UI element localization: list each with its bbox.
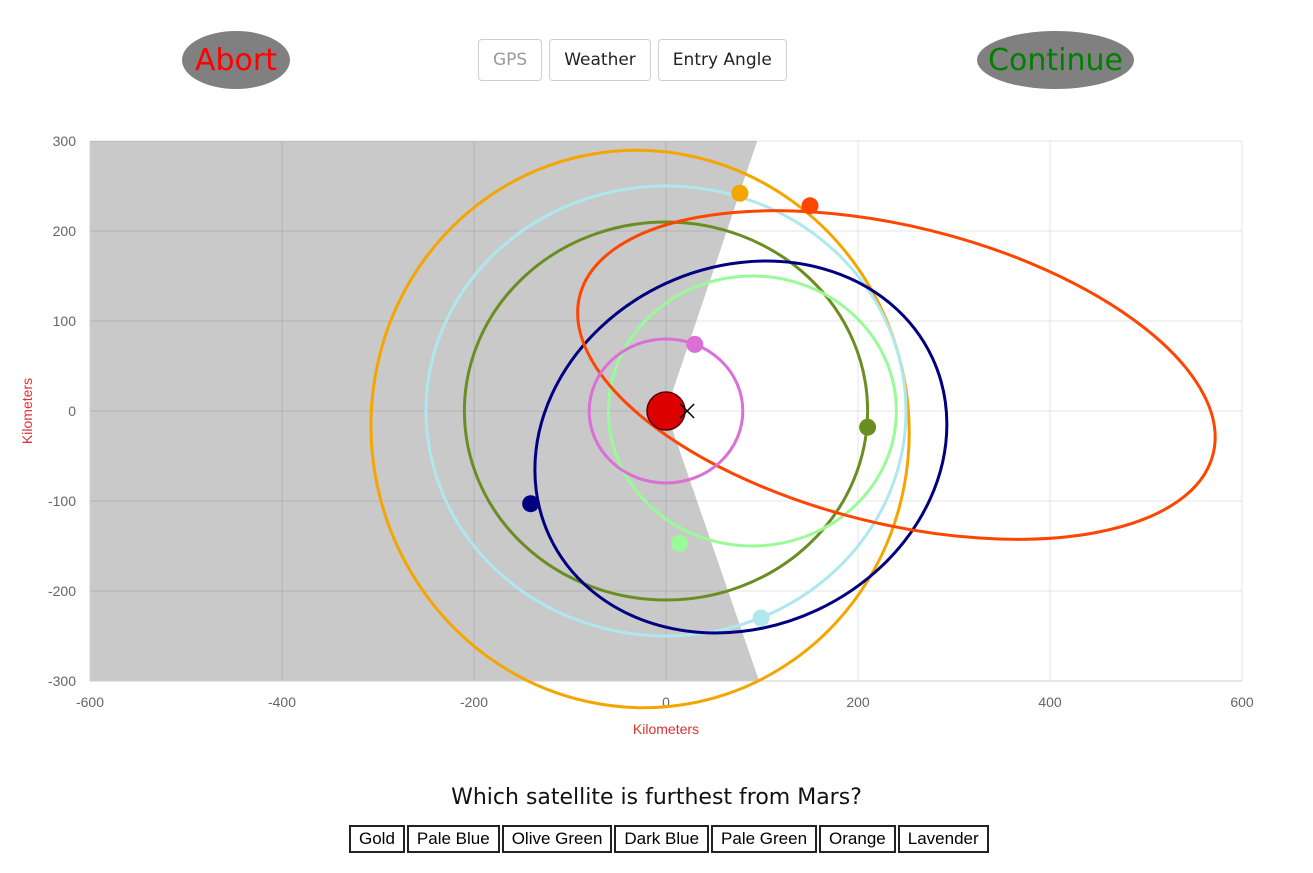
satellite-lavender (686, 335, 704, 353)
y-tick-label: 300 (53, 133, 77, 149)
satellite-pale-green (670, 534, 688, 552)
answer-orange-button[interactable]: Orange (819, 825, 896, 853)
answer-pale-blue-button[interactable]: Pale Blue (406, 825, 500, 853)
x-tick-label: 200 (846, 694, 870, 710)
y-tick-label: -100 (48, 493, 76, 509)
tab-gps[interactable]: GPS (478, 39, 543, 81)
orbit-chart: -600 -400 -200 0 200 400 6003002001000-100-200… (19, 133, 1254, 737)
satellite-gold (731, 184, 749, 202)
satellite-olive-green (859, 418, 877, 436)
mars-planet (646, 391, 686, 431)
y-axis-title: Kilometers (19, 378, 35, 444)
answer-olive-green-button[interactable]: Olive Green (501, 825, 613, 853)
y-tick-label: -300 (48, 673, 76, 689)
satellite-pale-blue (752, 609, 770, 627)
continue-button[interactable]: Continue (977, 31, 1134, 89)
answer-buttons: Gold Pale Blue Olive Green Dark Blue Pal… (349, 825, 989, 853)
x-tick-label: -200 (460, 694, 488, 710)
answer-lavender-button[interactable]: Lavender (897, 825, 989, 853)
satellite-orange (801, 197, 819, 215)
quiz-question: Which satellite is furthest from Mars? (451, 785, 862, 810)
answer-dark-blue-button[interactable]: Dark Blue (614, 825, 710, 853)
x-axis-title: Kilometers (633, 721, 699, 737)
satellite-dark-blue (522, 495, 540, 513)
y-tick-label: 0 (68, 403, 76, 419)
mode-tabs: GPS Weather Entry Angle (478, 39, 787, 81)
answer-pale-green-button[interactable]: Pale Green (711, 825, 818, 853)
y-tick-label: -200 (48, 583, 76, 599)
x-tick-label: -600 (76, 694, 104, 710)
y-tick-label: 200 (53, 223, 77, 239)
answer-gold-button[interactable]: Gold (349, 825, 405, 853)
x-tick-label: 400 (1038, 694, 1062, 710)
tab-entry-angle[interactable]: Entry Angle (657, 39, 787, 81)
abort-button[interactable]: Abort (182, 31, 290, 89)
y-tick-label: 100 (53, 313, 77, 329)
x-tick-label: -400 (268, 694, 296, 710)
x-tick-label: 600 (1230, 694, 1254, 710)
tab-weather[interactable]: Weather (549, 39, 651, 81)
